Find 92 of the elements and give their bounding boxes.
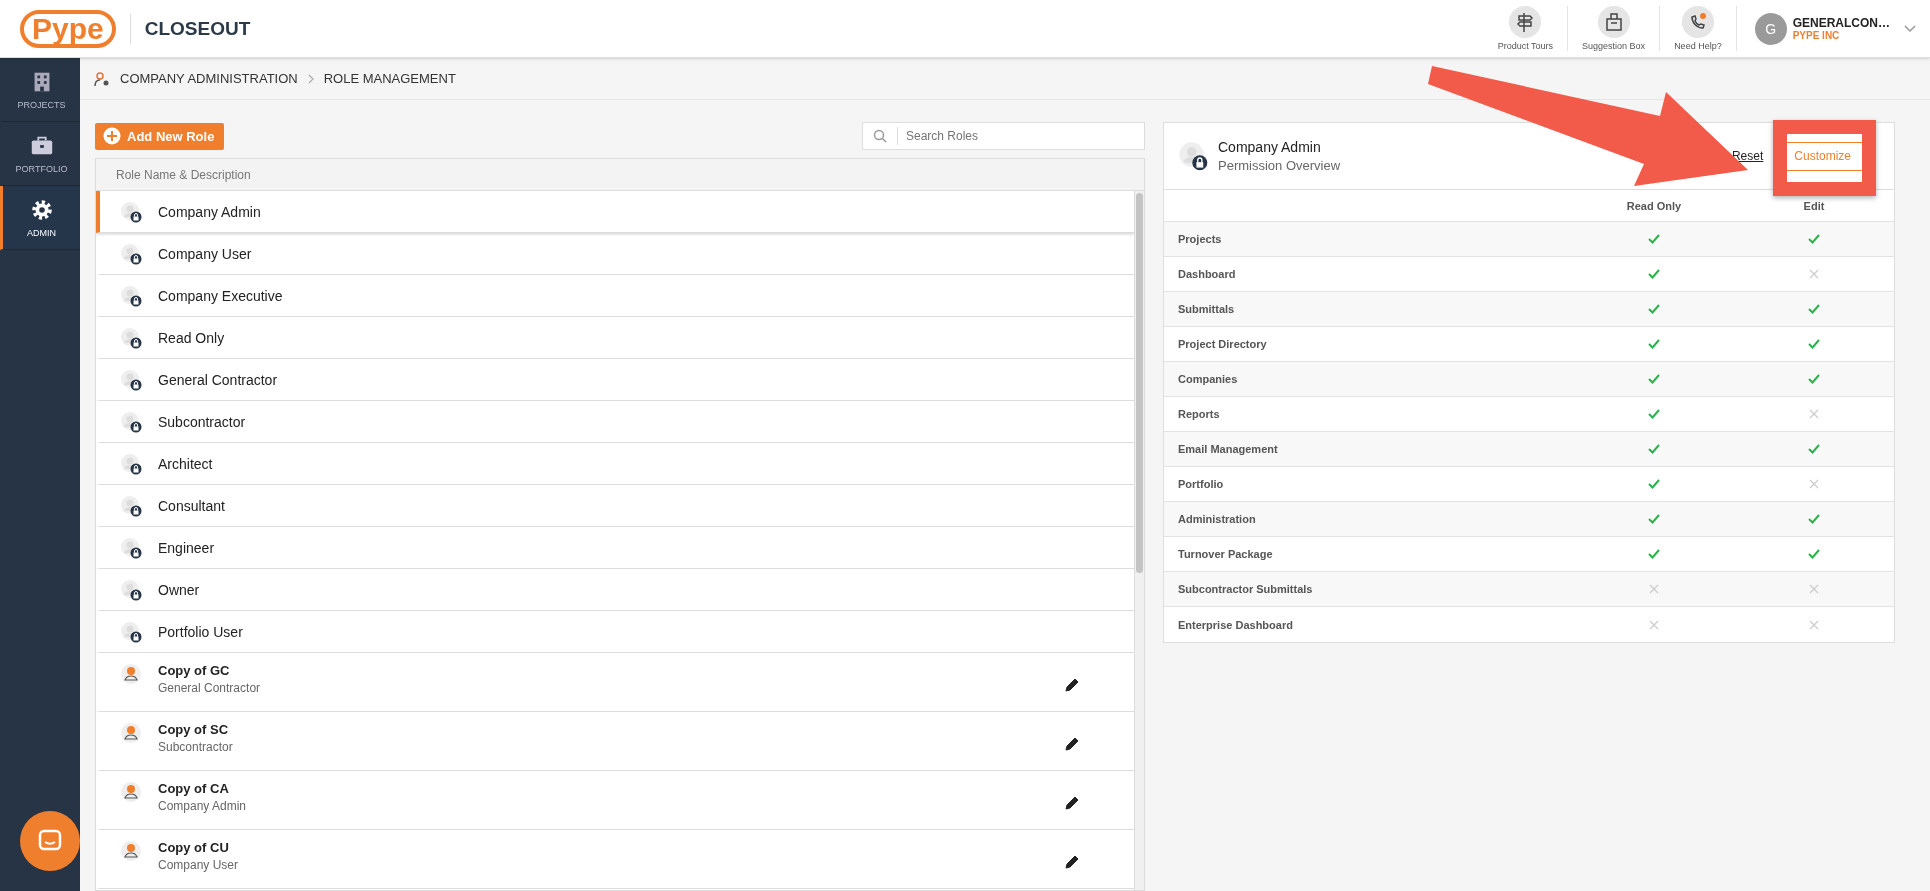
permission-name: Email Management [1177, 443, 1279, 455]
panel-subtitle: Permission Overview [1218, 158, 1342, 173]
role-name: Architect [158, 455, 214, 472]
role-row[interactable]: Company Executive [96, 275, 1134, 317]
breadcrumb-item[interactable]: ROLE MANAGEMENT [323, 71, 456, 86]
locked-user-icon [120, 326, 142, 349]
role-name: Copy of CA [158, 781, 230, 796]
pencil-icon [1064, 795, 1080, 811]
role-name: Subcontractor [158, 413, 247, 430]
role-row[interactable]: Copy of CU Company User [96, 830, 1134, 889]
permission-name: Administration [1177, 513, 1257, 525]
locked-user-icon [120, 200, 142, 223]
role-row[interactable]: Subcontractor [96, 401, 1134, 443]
chevron-right-icon [307, 73, 314, 84]
user-avatar-icon [120, 722, 142, 744]
permission-name: Project Directory [1177, 338, 1268, 350]
role-description: Company Admin [158, 799, 248, 813]
permission-name: Enterprise Dashboard [1177, 618, 1294, 631]
user-avatar-icon [120, 781, 142, 803]
user-avatar-icon [120, 840, 142, 862]
role-name: Company Executive [158, 287, 284, 304]
plus-circle-icon [103, 127, 121, 145]
user-name: GENERALCON… [1792, 16, 1890, 30]
role-name: Consultant [158, 497, 226, 514]
column-header: Role Name & Description [96, 159, 1144, 191]
role-row[interactable]: Copy of SC Subcontractor [96, 712, 1134, 771]
logo: Pype [20, 9, 116, 48]
sidebar-label: PROJECTS [17, 100, 66, 110]
scrollbar[interactable] [1134, 191, 1144, 890]
role-name: Engineer [158, 539, 216, 556]
permission-name: Submittals [1177, 303, 1236, 315]
permission-name: Turnover Package [1177, 548, 1274, 560]
sidebar-item[interactable]: ADMIN [0, 186, 80, 250]
role-name: Company Admin [158, 203, 262, 220]
permission-name: Reports [1177, 408, 1221, 420]
sidebar-label: ADMIN [27, 228, 56, 238]
locked-user-icon [120, 536, 142, 559]
sidebar-item[interactable]: PROJECTS [0, 58, 80, 122]
user-gear-icon [94, 70, 110, 87]
permission-name: Projects [1177, 233, 1223, 245]
locked-user-icon [120, 452, 142, 475]
locked-user-icon [120, 368, 142, 391]
locked-user-icon [120, 242, 142, 265]
company-name: PYPE INC [1792, 30, 1841, 41]
role-row[interactable]: General Contractor [96, 359, 1134, 401]
breadcrumb-item[interactable]: COMPANY ADMINISTRATION [120, 71, 298, 86]
role-name: Read Only [158, 329, 226, 346]
product-name: CLOSEOUT [144, 17, 251, 40]
sidebar-label: PORTFOLIO [15, 164, 68, 174]
user-avatar-icon [120, 663, 142, 685]
locked-user-icon [120, 494, 142, 517]
role-row[interactable]: Read Only [96, 317, 1134, 359]
role-name: Copy of CU [158, 840, 230, 855]
role-name: Portfolio User [158, 623, 244, 640]
panel-title: Company Admin [1218, 139, 1322, 155]
locked-user-icon [120, 284, 142, 307]
column-header: Edit [1802, 199, 1826, 212]
role-row[interactable]: Copy of GC General Contractor [96, 653, 1134, 712]
role-row[interactable]: Owner [96, 569, 1134, 611]
pencil-icon [1064, 677, 1080, 693]
pencil-icon [1064, 736, 1080, 752]
search-field[interactable]: Search Roles [862, 122, 1145, 150]
permission-name: Portfolio [1177, 478, 1225, 490]
permission-name: Dashboard [1177, 268, 1237, 280]
role-row[interactable]: Portfolio User [96, 611, 1134, 653]
role-description: Company User [158, 858, 240, 872]
role-row[interactable]: Engineer [96, 527, 1134, 569]
locked-user-icon [120, 578, 142, 601]
pencil-icon [1064, 854, 1080, 870]
role-name: General Contractor [158, 371, 279, 388]
role-row[interactable]: Architect [96, 443, 1134, 485]
toolbar-button[interactable]: Product Tours [1483, 6, 1569, 51]
role-name: Copy of GC [158, 663, 231, 678]
role-name: Owner [158, 581, 201, 598]
locked-user-icon [120, 410, 142, 433]
role-row[interactable]: Consultant [96, 485, 1134, 527]
toolbar-button[interactable]: Suggestion Box [1568, 6, 1661, 51]
reset-link[interactable]: Reset [1731, 149, 1764, 163]
column-header: Read Only [1625, 199, 1683, 212]
role-description: Subcontractor [158, 740, 234, 754]
locked-user-icon [120, 620, 142, 643]
role-description: General Contractor [158, 681, 262, 695]
role-name: Copy of SC [158, 722, 230, 737]
role-name: Company User [158, 245, 253, 262]
chevron-down-icon [1904, 24, 1916, 33]
permission-name: Companies [1177, 373, 1239, 385]
locked-user-icon [1178, 141, 1208, 171]
role-row[interactable]: Copy of CA Company Admin [96, 771, 1134, 830]
permission-name: Subcontractor Submittals [1177, 583, 1314, 595]
search-icon [873, 129, 887, 143]
toolbar-button[interactable]: Need Help? [1660, 6, 1737, 51]
role-row[interactable]: Company User [96, 233, 1134, 275]
